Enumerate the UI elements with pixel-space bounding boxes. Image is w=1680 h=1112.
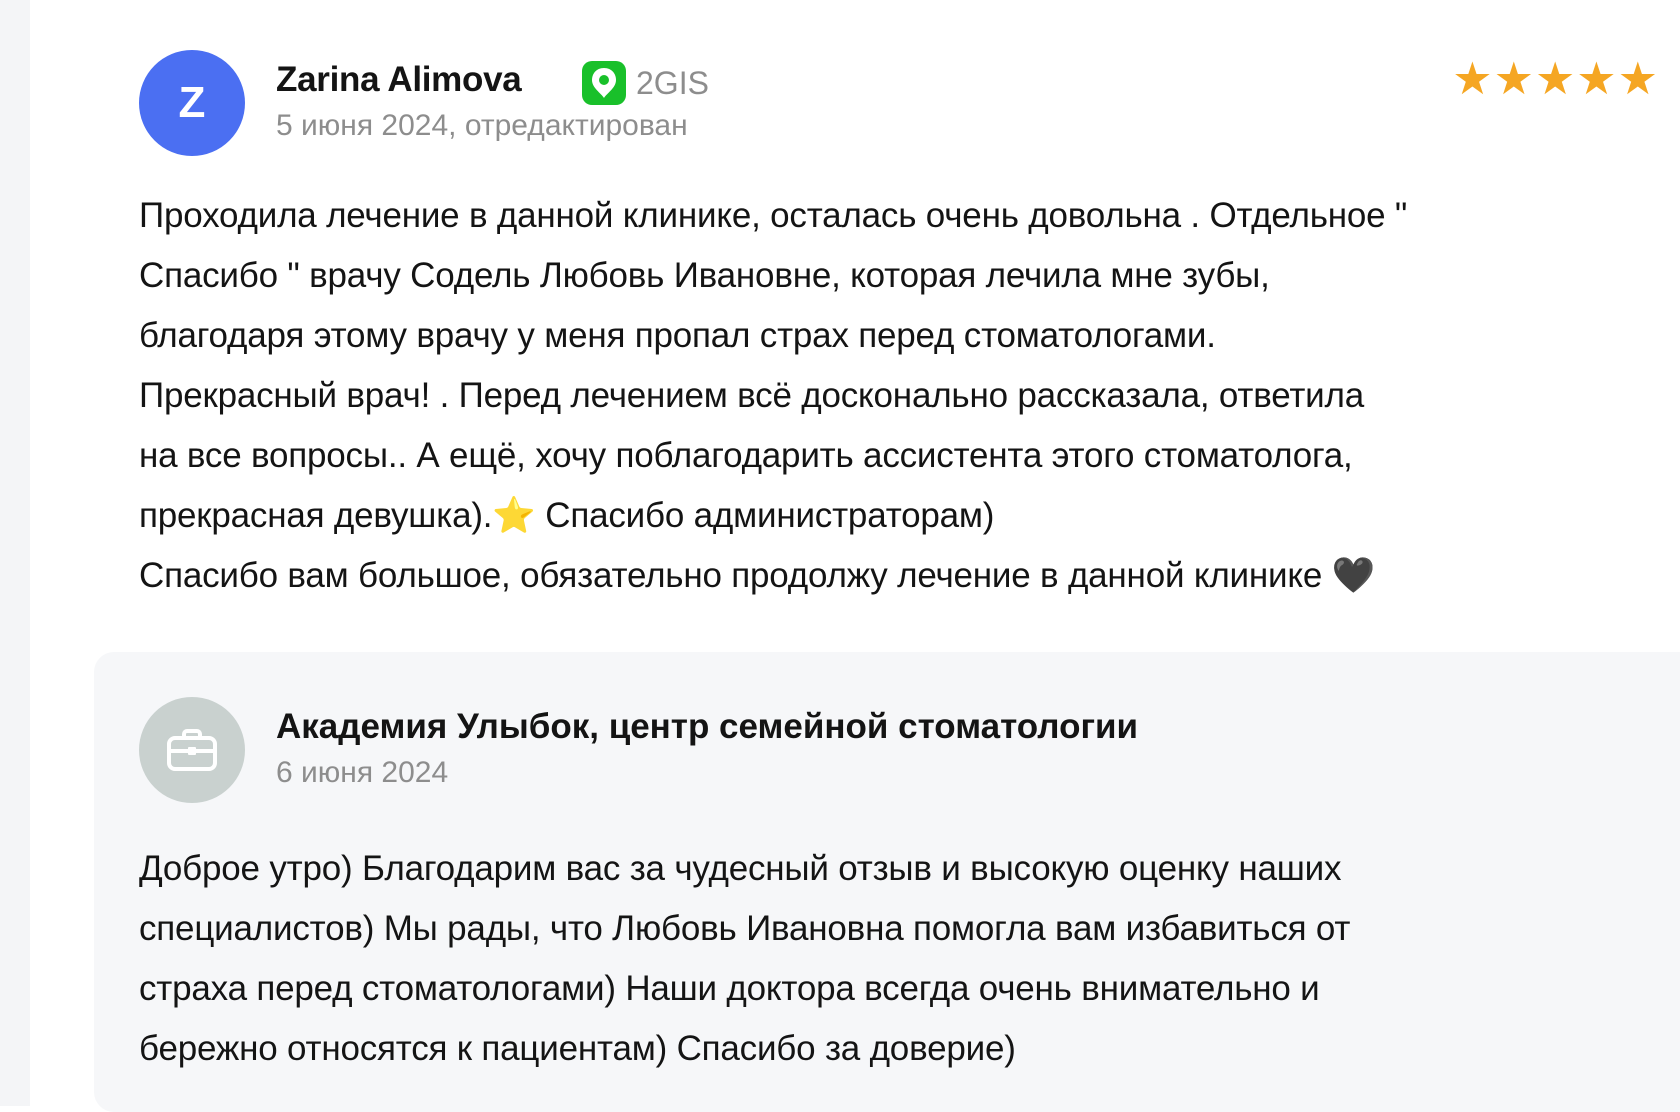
owner-reply: Академия Улыбок, центр семейной стоматол… xyxy=(94,652,1680,1112)
review-text-segment: Спасибо вам большое, обязательно продолж… xyxy=(139,556,1332,595)
briefcase-icon xyxy=(167,729,217,771)
author-name[interactable]: Zarina Alimova xyxy=(276,60,522,100)
2gis-logo-icon xyxy=(582,61,626,105)
rating-stars: ★★★★★ xyxy=(1452,53,1659,104)
star-emoji-icon: ⭐ xyxy=(492,496,536,535)
reply-date: 6 июня 2024 xyxy=(276,756,449,789)
review-text-line: Спасибо " врачу Содель Любовь Ивановне, … xyxy=(139,256,1270,295)
review-text-line: Спасибо вам большое, обязательно продолж… xyxy=(139,546,1674,606)
review-date: 5 июня 2024, отредактирован xyxy=(276,109,688,142)
source-label: 2GIS xyxy=(636,64,709,101)
review-text-segment: прекрасная девушка). xyxy=(139,496,493,535)
black-heart-icon: 🖤 xyxy=(1331,556,1376,595)
review-text-line: на все вопросы.. А ещё, хочу поблагодари… xyxy=(139,436,1353,475)
review-card: Z Zarina Alimova 2GIS 5 июня 2024, отред… xyxy=(32,0,1680,1112)
review-text-line: благодаря этому врачу у меня пропал стра… xyxy=(139,316,1216,355)
reply-text-line: специалистов) Мы рады, что Любовь Иванов… xyxy=(139,909,1351,948)
org-avatar[interactable] xyxy=(139,697,245,803)
reply-text: Доброе утро) Благодарим вас за чудесный … xyxy=(139,839,1669,1079)
review-header: Z Zarina Alimova 2GIS 5 июня 2024, отред… xyxy=(139,50,1659,156)
review-text-line: прекрасная девушка).⭐ Спасибо администра… xyxy=(139,486,1674,546)
page-background-strip xyxy=(0,0,30,1106)
review-text-segment: Спасибо администраторам) xyxy=(535,496,995,535)
avatar-letter: Z xyxy=(178,78,206,127)
review-text: Проходила лечение в данной клинике, оста… xyxy=(139,186,1674,606)
review-text-line: Проходила лечение в данной клинике, оста… xyxy=(139,196,1408,235)
source-badge: 2GIS xyxy=(582,60,709,106)
review-text-line: Прекрасный врач! . Перед лечением всё до… xyxy=(139,376,1365,415)
user-avatar[interactable]: Z xyxy=(139,50,245,156)
reply-text-line: Доброе утро) Благодарим вас за чудесный … xyxy=(139,849,1342,888)
reply-text-line: страха перед стоматологами) Наши доктора… xyxy=(139,969,1320,1008)
reply-text-line: бережно относятся к пациентам) Спасибо з… xyxy=(139,1029,1016,1068)
org-name[interactable]: Академия Улыбок, центр семейной стоматол… xyxy=(276,707,1138,747)
reply-header: Академия Улыбок, центр семейной стоматол… xyxy=(139,697,1539,803)
